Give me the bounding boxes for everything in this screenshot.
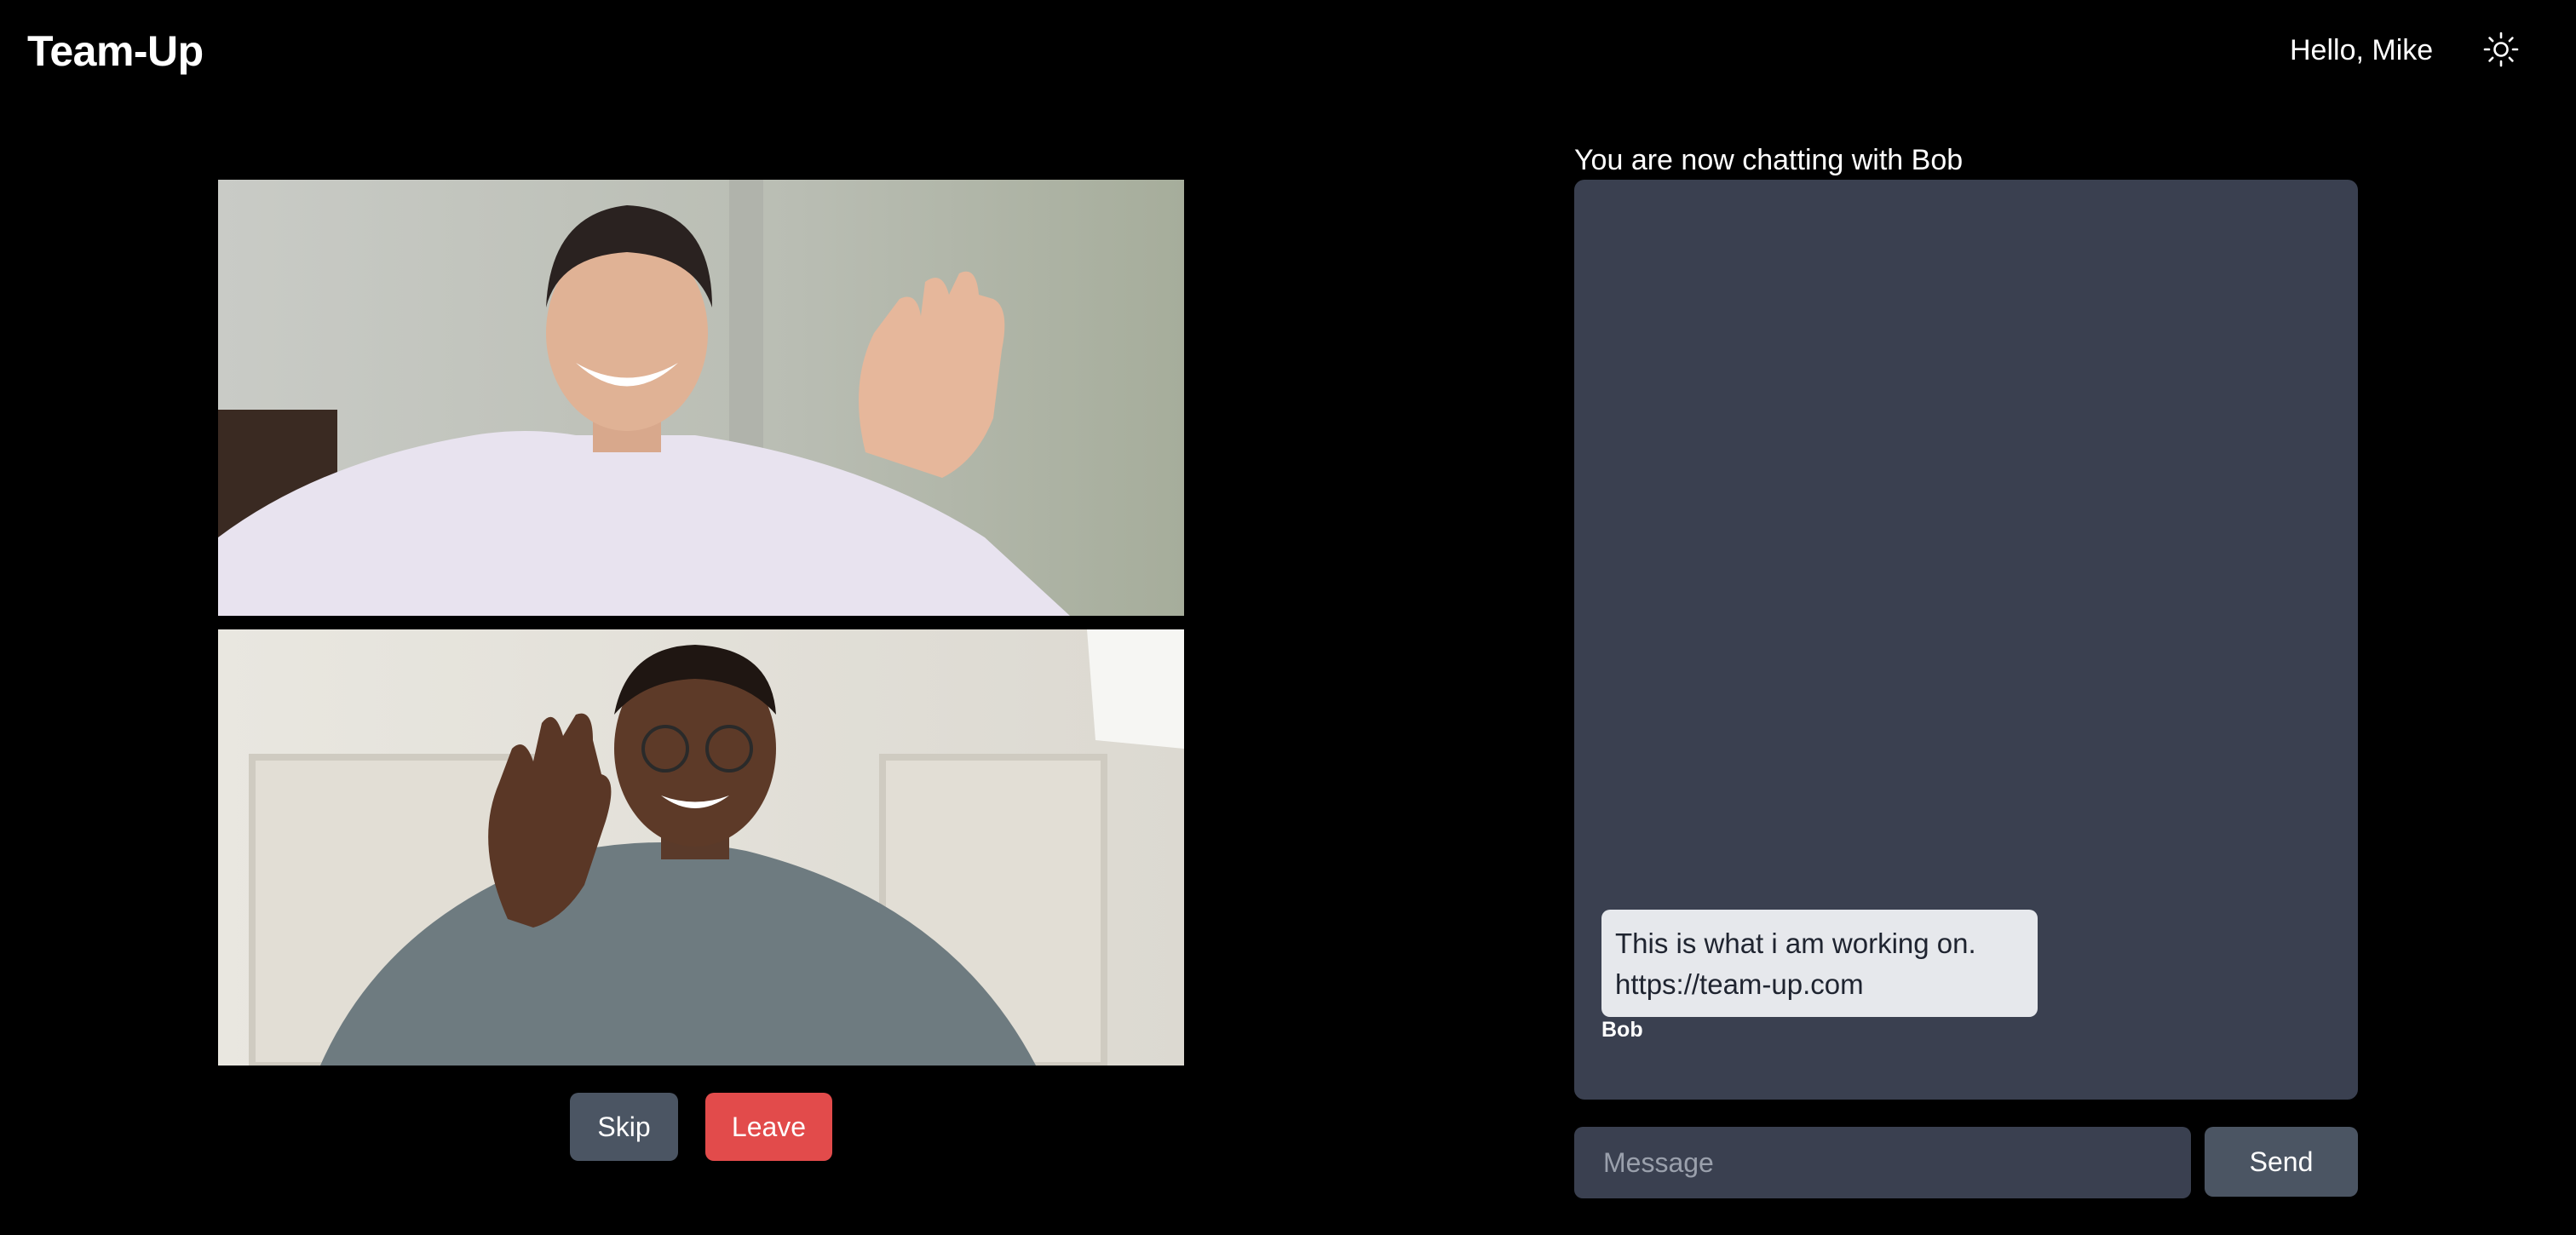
app-root: Team-Up Hello, Mike Skip Leave You are n… — [0, 0, 2576, 1235]
message-input[interactable] — [1574, 1127, 2191, 1198]
theme-toggle-button[interactable] — [2482, 31, 2520, 68]
participant-video-image — [218, 180, 1184, 616]
skip-button[interactable]: Skip — [570, 1093, 678, 1161]
send-button[interactable]: Send — [2205, 1127, 2358, 1197]
chat-heading: You are now chatting with Bob — [1574, 144, 1964, 176]
chat-message-link[interactable]: https://team-up.com — [1615, 964, 2024, 1005]
chat-message-line: This is what i am working on. — [1615, 928, 1976, 959]
leave-button[interactable]: Leave — [705, 1093, 832, 1161]
chat-message-sender: Bob — [1601, 1018, 1643, 1042]
local-video-feed — [218, 629, 1184, 1066]
chat-messages-panel[interactable]: This is what i am working on. https://te… — [1574, 180, 2358, 1100]
participant-video-image — [218, 629, 1184, 1066]
remote-video-feed — [218, 180, 1184, 616]
sun-icon — [2483, 32, 2519, 67]
user-greeting: Hello, Mike — [2290, 34, 2434, 66]
brand-logo[interactable]: Team-Up — [27, 24, 204, 78]
chat-message-bubble: This is what i am working on. https://te… — [1601, 910, 2038, 1017]
